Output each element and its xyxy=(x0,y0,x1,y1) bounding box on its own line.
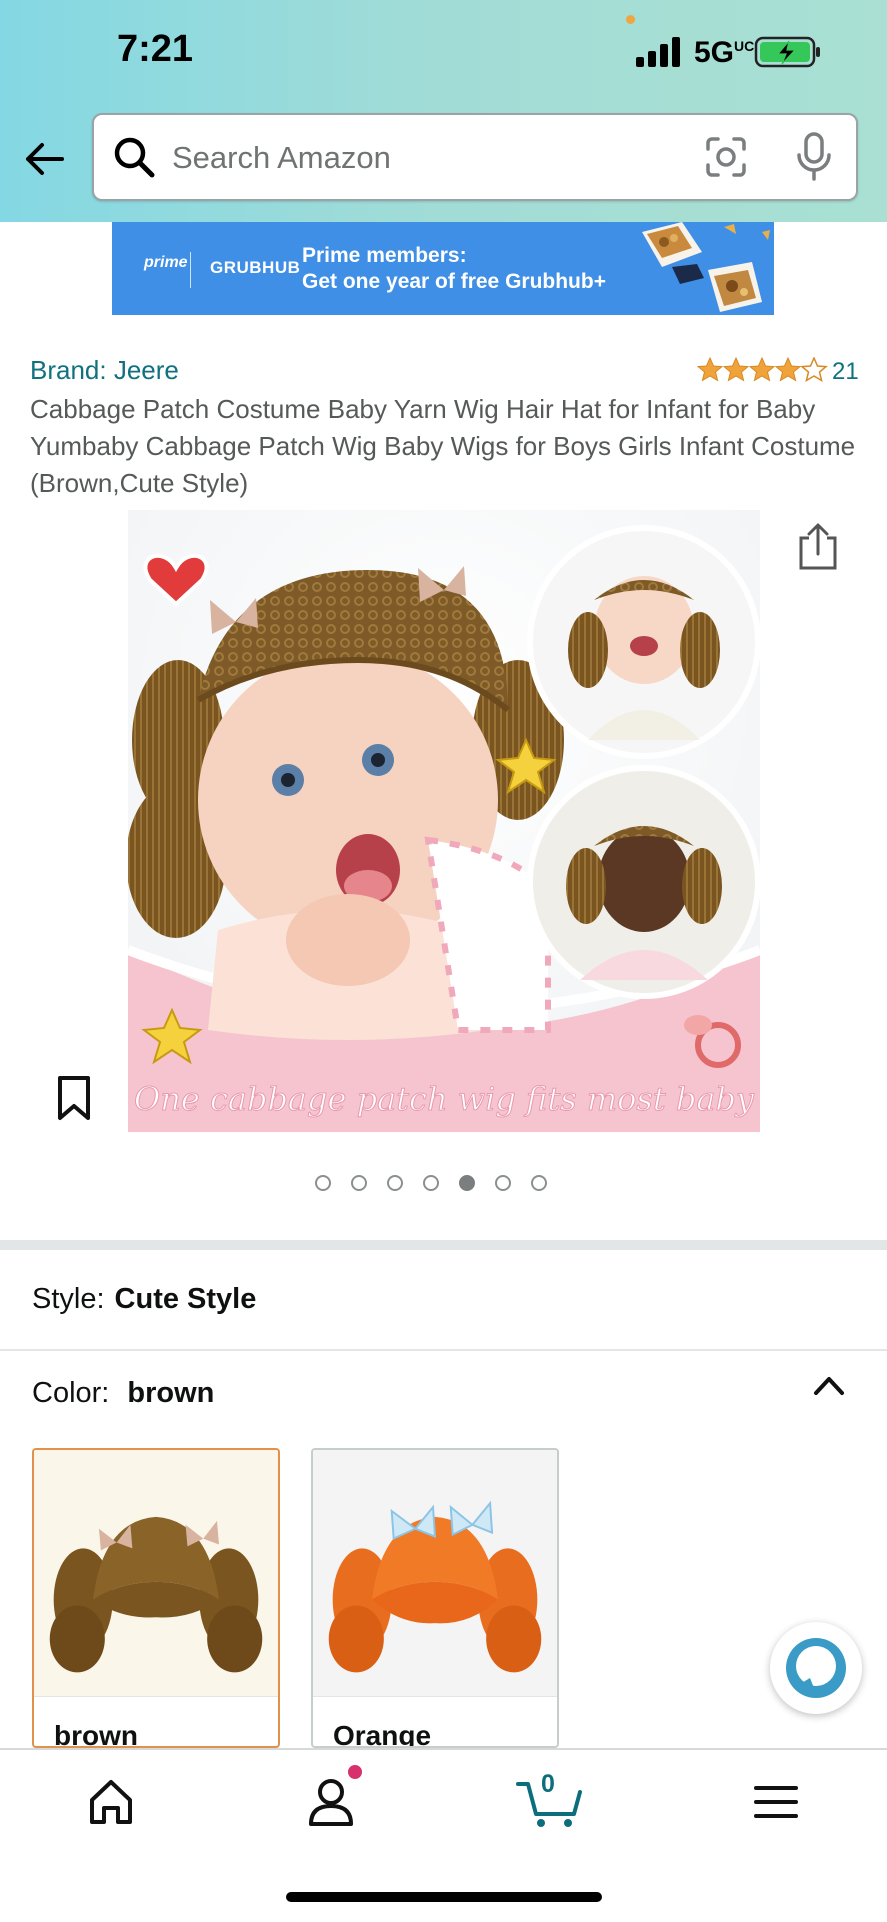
row-divider xyxy=(0,1349,887,1351)
style-label: Style: xyxy=(32,1283,105,1315)
search-icon xyxy=(114,137,155,178)
cart-count: 0 xyxy=(541,1770,555,1798)
status-time: 7:21 xyxy=(117,28,194,70)
carousel-dot[interactable] xyxy=(531,1175,547,1191)
image-caption: One cabbage patch wig fits most baby xyxy=(134,1080,755,1118)
promo-banner[interactable]: prime GRUBHUB Prime members: Get one yea… xyxy=(112,222,774,315)
privacy-indicator-dot xyxy=(626,15,635,24)
color-value: brown xyxy=(127,1377,215,1409)
share-icon[interactable] xyxy=(795,522,841,572)
image-carousel-dots[interactable] xyxy=(315,1175,547,1195)
style-value: Cute Style xyxy=(114,1283,257,1315)
color-swatch-brown[interactable]: brown xyxy=(32,1448,280,1748)
cart-button[interactable]: 0 xyxy=(508,1770,598,1830)
alexa-icon xyxy=(786,1638,846,1698)
swatch-label: brown xyxy=(54,1720,138,1748)
carousel-dot[interactable] xyxy=(387,1175,403,1191)
home-icon[interactable] xyxy=(66,1770,156,1830)
product-title: Cabbage Patch Costume Baby Yarn Wig Hair… xyxy=(30,394,856,498)
banner-subline: Get one year of free Grubhub+ xyxy=(302,270,606,293)
chevron-up-icon[interactable] xyxy=(812,1373,846,1397)
banner-headline: Prime members: xyxy=(302,244,467,267)
carousel-dot-active[interactable] xyxy=(459,1175,475,1191)
search-input[interactable] xyxy=(170,129,654,187)
carousel-dot[interactable] xyxy=(423,1175,439,1191)
carousel-dot[interactable] xyxy=(315,1175,331,1191)
network-type: 5GUC xyxy=(694,36,755,69)
color-label: Color: xyxy=(32,1377,110,1409)
top-header: 7:21 5GUC xyxy=(0,0,887,222)
rating-count[interactable]: 21 xyxy=(832,358,859,386)
color-selector[interactable]: Color: brown xyxy=(32,1377,214,1410)
style-selector[interactable]: Style: Cute Style xyxy=(32,1283,256,1316)
battery-charging-icon xyxy=(754,36,820,68)
section-divider xyxy=(0,1240,887,1250)
brand-link[interactable]: Brand: Jeere xyxy=(30,355,179,386)
prime-logo: prime xyxy=(144,254,188,271)
cellular-signal-icon xyxy=(636,37,680,67)
search-bar[interactable] xyxy=(92,113,858,201)
back-arrow-icon[interactable] xyxy=(22,136,68,182)
camera-lens-icon[interactable] xyxy=(704,135,748,179)
carousel-dot[interactable] xyxy=(495,1175,511,1191)
star-rating-icon[interactable] xyxy=(697,357,829,383)
alexa-chat-button[interactable] xyxy=(770,1622,862,1714)
grubhub-logo: GRUBHUB xyxy=(210,258,301,277)
notification-badge xyxy=(348,1765,362,1779)
product-image[interactable]: One cabbage patch wig fits most baby xyxy=(128,510,760,1132)
food-containers-image xyxy=(642,222,770,312)
banner-separator xyxy=(190,252,191,288)
color-swatch-orange[interactable]: Orange xyxy=(311,1448,559,1748)
menu-icon[interactable] xyxy=(731,1770,821,1830)
bookmark-icon[interactable] xyxy=(55,1074,93,1122)
swatch-image-brown xyxy=(34,1450,278,1697)
microphone-icon[interactable] xyxy=(794,131,834,183)
swatch-label: Orange xyxy=(333,1720,432,1748)
swatch-image-orange xyxy=(313,1450,557,1697)
home-indicator[interactable] xyxy=(286,1892,602,1902)
profile-icon[interactable] xyxy=(286,1770,376,1830)
carousel-dot[interactable] xyxy=(351,1175,367,1191)
